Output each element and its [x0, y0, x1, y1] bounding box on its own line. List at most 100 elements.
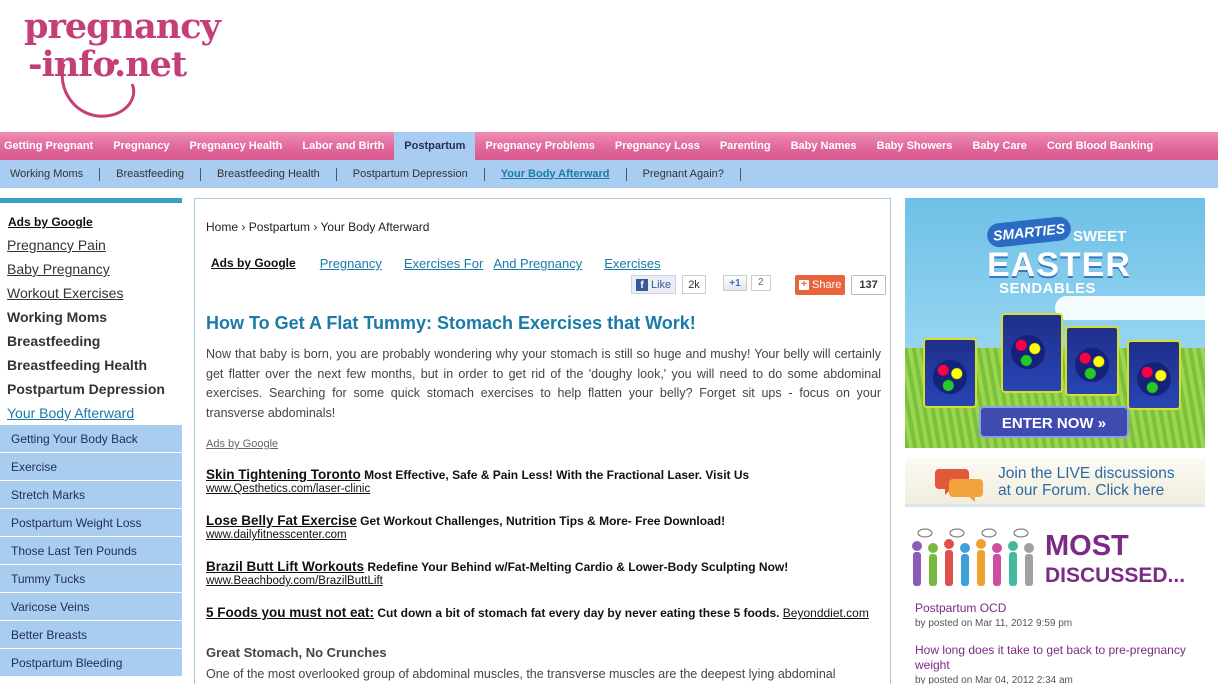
people-group-icon — [912, 528, 1034, 586]
sidebar-subitem-those-last-ten-pounds[interactable]: Those Last Ten Pounds — [0, 537, 182, 565]
most-discussed-line1: MOST — [1045, 530, 1129, 562]
ad-link[interactable]: Exercises — [604, 256, 660, 271]
subnav-item-breastfeeding[interactable]: Breastfeeding — [100, 167, 202, 181]
subnav-item-breastfeeding-health[interactable]: Breastfeeding Health — [201, 167, 337, 181]
nav-tab-pregnancy-problems[interactable]: Pregnancy Problems — [475, 132, 604, 160]
forum-banner[interactable]: Join the LIVE discussions at our Forum. … — [905, 458, 1205, 507]
section-text: One of the most overlooked group of abdo… — [206, 667, 836, 681]
site-header: pregnancy -info.net — [0, 0, 1218, 132]
forum-line1: Join the LIVE discussions — [998, 465, 1175, 482]
breadcrumb-postpartum[interactable]: Postpartum — [249, 220, 310, 234]
nav-tab-postpartum[interactable]: Postpartum — [394, 132, 476, 160]
text-ad-url[interactable]: www.dailyfitnesscenter.com — [206, 529, 886, 541]
smarties-ad-banner[interactable]: SMARTIES SWEET EASTER SENDABLES ENTER NO… — [905, 198, 1205, 448]
banner-sweet: SWEET — [1073, 228, 1127, 245]
forum-text: Join the LIVE discussions at our Forum. … — [998, 465, 1175, 499]
nav-tab-pregnancy-health[interactable]: Pregnancy Health — [179, 132, 292, 160]
sidebar-subitem-getting-your-body-back[interactable]: Getting Your Body Back — [0, 425, 182, 453]
chat-bubbles-icon — [935, 469, 983, 502]
left-sidebar: Ads by Google Pregnancy Pain Baby Pregnan… — [0, 198, 182, 677]
nav-tab-getting-pregnant[interactable]: Getting Pregnant — [0, 132, 103, 160]
text-ad-url[interactable]: www.Beachbody.com/BrazilButtLift — [206, 575, 886, 587]
ad-link[interactable]: Exercises For — [404, 256, 483, 271]
sidebar-subitem-stretch-marks[interactable]: Stretch Marks — [0, 481, 182, 509]
article-intro: Now that baby is born, you are probably … — [206, 347, 881, 420]
sub-nav: Working Moms Breastfeeding Breastfeeding H… — [0, 160, 1218, 188]
text-ad-desc: Get Workout Challenges, Nutrition Tips &… — [360, 514, 726, 528]
candy-pack-image — [1127, 340, 1181, 410]
sidebar-item-breastfeeding-health[interactable]: Breastfeeding Health — [0, 353, 182, 377]
nav-tab-pregnancy[interactable]: Pregnancy — [103, 132, 179, 160]
share-button[interactable]: + Share — [795, 275, 846, 295]
breadcrumb: Home › Postpartum › Your Body Afterward — [206, 220, 430, 234]
discussion-post-title[interactable]: How long does it take to get back to pre… — [915, 643, 1205, 673]
facebook-icon: f — [636, 278, 648, 291]
ad-link[interactable]: And Pregnancy — [493, 256, 582, 271]
facebook-like-button[interactable]: f Like — [631, 275, 677, 294]
text-ad: Brazil Butt Lift Workouts Redefine Your … — [206, 559, 886, 587]
text-ad-desc: Most Effective, Safe & Pain Less! With t… — [364, 468, 750, 482]
sidebar-item-postpartum-depression[interactable]: Postpartum Depression — [0, 377, 182, 401]
discussion-post: How long does it take to get back to pre… — [915, 643, 1205, 684]
sidebar-subitem-postpartum-weight-loss[interactable]: Postpartum Weight Loss — [0, 509, 182, 537]
sidebar-ad-link[interactable]: Baby Pregnancy — [0, 257, 182, 281]
smarties-logo: SMARTIES — [985, 215, 1073, 249]
text-ad-url[interactable]: Beyonddiet.com — [783, 606, 869, 620]
ad-link[interactable]: Pregnancy — [320, 256, 382, 271]
sidebar-item-working-moms[interactable]: Working Moms — [0, 305, 182, 329]
text-ad-title[interactable]: Lose Belly Fat Exercise — [206, 513, 357, 528]
sidebar-ad-link[interactable]: Workout Exercises — [0, 281, 182, 305]
sidebar-subitem-tummy-tucks[interactable]: Tummy Tucks — [0, 565, 182, 593]
share-label: Share — [812, 279, 842, 291]
main-content: Home › Postpartum › Your Body Afterward … — [194, 198, 891, 684]
sidebar-subitem-postpartum-bleeding[interactable]: Postpartum Bleeding — [0, 649, 182, 677]
nav-tab-pregnancy-loss[interactable]: Pregnancy Loss — [605, 132, 710, 160]
text-ad-title[interactable]: Skin Tightening Toronto — [206, 467, 361, 482]
breadcrumb-home[interactable]: Home — [206, 220, 238, 234]
text-ad-title[interactable]: Brazil Butt Lift Workouts — [206, 559, 364, 574]
nav-tab-baby-showers[interactable]: Baby Showers — [867, 132, 963, 160]
discussion-post-meta: by posted on Mar 04, 2012 2:34 am — [915, 675, 1073, 684]
site-logo[interactable]: pregnancy -info.net — [22, 6, 232, 124]
article-title: How To Get A Flat Tummy: Stomach Exercis… — [206, 313, 696, 333]
most-discussed-line2: DISCUSSED... — [1045, 564, 1186, 587]
sidebar-subitem-better-breasts[interactable]: Better Breasts — [0, 621, 182, 649]
enter-now-button[interactable]: ENTER NOW » — [979, 406, 1129, 438]
breadcrumb-current: Your Body Afterward — [320, 220, 430, 234]
discussion-post-title[interactable]: Postpartum OCD — [915, 601, 1205, 616]
enter-now-label: ENTER NOW — [1001, 415, 1094, 432]
sidebar-ads-label[interactable]: Ads by Google — [0, 203, 182, 233]
plus-icon: + — [799, 280, 809, 290]
subnav-item-working-moms[interactable]: Working Moms — [0, 167, 101, 181]
logo-swirl-icon — [60, 59, 136, 118]
ads-row-label[interactable]: Ads by Google — [211, 256, 296, 271]
candy-pack-image — [923, 338, 977, 408]
text-ad: 5 Foods you must not eat: Cut down a bit… — [206, 605, 886, 620]
sidebar-ad-link[interactable]: Pregnancy Pain — [0, 233, 182, 257]
facebook-like-label: Like — [651, 278, 672, 291]
sidebar-subitem-exercise[interactable]: Exercise — [0, 453, 182, 481]
candy-pack-image — [1065, 326, 1119, 396]
nav-tab-parenting[interactable]: Parenting — [710, 132, 781, 160]
google-plus-count: 2 — [751, 275, 771, 291]
nav-tab-labor-and-birth[interactable]: Labor and Birth — [292, 132, 394, 160]
text-ad: Lose Belly Fat Exercise Get Workout Chal… — [206, 513, 886, 541]
sidebar-item-current[interactable]: Your Body Afterward — [0, 401, 182, 425]
text-ad-title[interactable]: 5 Foods you must not eat: — [206, 605, 374, 620]
candy-pack-image — [1001, 313, 1063, 393]
sidebar-subitem-varicose-veins[interactable]: Varicose Veins — [0, 593, 182, 621]
inline-ads-label[interactable]: Ads by Google — [206, 438, 278, 450]
subnav-item-pregnant-again[interactable]: Pregnant Again? — [627, 167, 741, 181]
sidebar-item-breastfeeding[interactable]: Breastfeeding — [0, 329, 182, 353]
google-plus-button[interactable]: +1 — [723, 275, 747, 291]
subnav-item-your-body-afterward[interactable]: Your Body Afterward — [485, 167, 627, 181]
text-ad-url[interactable]: www.Qesthetics.com/laser-clinic — [206, 483, 886, 495]
nav-tab-baby-care[interactable]: Baby Care — [962, 132, 1036, 160]
facebook-like-widget: f Like 2k — [631, 275, 706, 295]
nav-tab-cord-blood-banking[interactable]: Cord Blood Banking — [1037, 132, 1163, 160]
text-ad-desc: Redefine Your Behind w/Fat-Melting Cardi… — [367, 560, 789, 574]
section-heading: Great Stomach, No Crunches — [206, 645, 387, 660]
subnav-item-postpartum-depression[interactable]: Postpartum Depression — [337, 167, 485, 181]
nav-tab-baby-names[interactable]: Baby Names — [781, 132, 867, 160]
google-plus-widget: +1 2 — [723, 275, 771, 295]
